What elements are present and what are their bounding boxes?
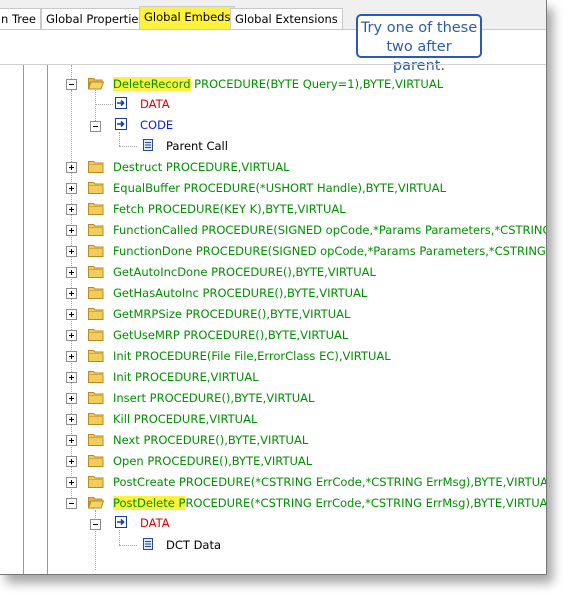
expand-toggle[interactable] bbox=[66, 225, 77, 236]
tree-guide-line bbox=[119, 530, 120, 545]
procedure-item[interactable]: EqualBuffer PROCEDURE(*USHORT Handle),BY… bbox=[113, 181, 446, 196]
folder-icon bbox=[88, 308, 104, 320]
folder-icon bbox=[88, 413, 104, 425]
folder-icon bbox=[88, 203, 104, 215]
code-section[interactable]: CODE bbox=[140, 118, 173, 133]
folder-icon bbox=[88, 476, 104, 488]
procedure-item[interactable]: PostCreate PROCEDURE(*CSTRING ErrCode,*C… bbox=[113, 475, 546, 490]
embed-point-icon bbox=[115, 97, 127, 109]
procedure-postdelete[interactable]: PostDelete PROCEDURE(*CSTRING ErrCode,*C… bbox=[113, 496, 547, 511]
procedure-item[interactable]: GetAutoIncDone PROCEDURE(),BYTE,VIRTUAL bbox=[113, 265, 376, 280]
expand-toggle[interactable] bbox=[66, 183, 77, 194]
procedure-item[interactable]: Next PROCEDURE(),BYTE,VIRTUAL bbox=[113, 433, 308, 448]
procedure-item[interactable]: GetHasAutoInc PROCEDURE(),BYTE,VIRTUAL bbox=[113, 286, 367, 301]
folder-icon bbox=[88, 161, 104, 173]
tab-global-properties[interactable]: Global Properties bbox=[41, 8, 150, 29]
expand-toggle[interactable] bbox=[66, 204, 77, 215]
postdelete-name: PostDelete P bbox=[113, 496, 186, 510]
procedure-item[interactable]: Fetch PROCEDURE(KEY K),BYTE,VIRTUAL bbox=[113, 202, 346, 217]
open-folder-icon bbox=[88, 497, 104, 509]
expand-toggle[interactable] bbox=[66, 330, 77, 341]
tab-global-embeds[interactable]: Global Embeds bbox=[139, 6, 236, 30]
tree-branch-line bbox=[95, 104, 113, 105]
deleterecord-name: DeleteRecord bbox=[113, 77, 191, 91]
procedure-item[interactable]: GetMRPSize PROCEDURE(),BYTE,VIRTUAL bbox=[113, 307, 350, 322]
tab-procedure-tree[interactable]: n Tree bbox=[0, 8, 41, 29]
expand-toggle[interactable] bbox=[66, 435, 77, 446]
document-icon bbox=[143, 139, 153, 151]
folder-icon bbox=[88, 224, 104, 236]
procedure-item[interactable]: Kill PROCEDURE,VIRTUAL bbox=[113, 412, 257, 427]
folder-icon bbox=[88, 455, 104, 467]
folder-icon bbox=[88, 371, 104, 383]
dct-data-item[interactable]: DCT Data bbox=[166, 538, 221, 553]
folder-icon bbox=[88, 182, 104, 194]
expand-toggle[interactable] bbox=[66, 393, 77, 404]
collapse-toggle[interactable] bbox=[90, 519, 101, 530]
folder-icon bbox=[88, 287, 104, 299]
tab-global-extensions[interactable]: Global Extensions bbox=[230, 8, 343, 29]
procedure-item[interactable]: Init PROCEDURE(File File,ErrorClass EC),… bbox=[113, 349, 391, 364]
expand-toggle[interactable] bbox=[66, 372, 77, 383]
embed-point-icon bbox=[115, 118, 127, 130]
embed-point-icon bbox=[115, 516, 127, 528]
folder-icon bbox=[88, 392, 104, 404]
open-folder-icon bbox=[88, 78, 104, 90]
expand-toggle[interactable] bbox=[66, 267, 77, 278]
expand-toggle[interactable] bbox=[66, 309, 77, 320]
postdelete-signature: ROCEDURE(*CSTRING ErrCode,*CSTRING ErrMs… bbox=[185, 496, 547, 510]
folder-icon bbox=[88, 434, 104, 446]
tree-guide-line bbox=[95, 90, 96, 125]
expand-toggle[interactable] bbox=[66, 477, 77, 488]
folder-icon bbox=[88, 329, 104, 341]
tree-guide-line bbox=[47, 65, 48, 574]
parent-call-item[interactable]: Parent Call bbox=[166, 139, 228, 154]
expand-toggle[interactable] bbox=[66, 162, 77, 173]
procedure-deleterecord[interactable]: DeleteRecord PROCEDURE(BYTE Query=1),BYT… bbox=[113, 77, 443, 92]
tree-branch-line bbox=[119, 146, 137, 147]
tree-branch-line bbox=[119, 545, 137, 546]
tree-guide-line bbox=[71, 65, 72, 79]
procedure-item[interactable]: Destruct PROCEDURE,VIRTUAL bbox=[113, 160, 290, 175]
procedure-item[interactable]: Open PROCEDURE(),BYTE,VIRTUAL bbox=[113, 454, 312, 469]
data-section[interactable]: DATA bbox=[140, 97, 170, 112]
document-icon bbox=[143, 538, 153, 550]
procedure-item[interactable]: GetUseMRP PROCEDURE(),BYTE,VIRTUAL bbox=[113, 328, 348, 343]
folder-icon bbox=[88, 266, 104, 278]
procedure-item[interactable]: FunctionDone PROCEDURE(SIGNED opCode,*Pa… bbox=[113, 244, 546, 259]
data-section[interactable]: DATA bbox=[140, 516, 170, 531]
collapse-toggle[interactable] bbox=[66, 79, 77, 90]
expand-toggle[interactable] bbox=[66, 351, 77, 362]
procedure-item[interactable]: Init PROCEDURE,VIRTUAL bbox=[113, 370, 259, 385]
expand-toggle[interactable] bbox=[66, 456, 77, 467]
tree-guide-line bbox=[119, 132, 120, 146]
embed-tree-window: n Tree Global Properties Global Embeds G… bbox=[0, 0, 547, 575]
procedure-item[interactable]: FunctionCalled PROCEDURE(SIGNED opCode,*… bbox=[113, 223, 546, 238]
expand-toggle[interactable] bbox=[66, 414, 77, 425]
collapse-toggle[interactable] bbox=[66, 498, 77, 509]
tree-top-divider bbox=[0, 64, 546, 65]
callout-line-2: two after parent. bbox=[386, 39, 452, 74]
callout-line-1: Try one of these bbox=[360, 20, 478, 36]
deleterecord-signature: PROCEDURE(BYTE Query=1),BYTE,VIRTUAL bbox=[190, 77, 444, 91]
folder-icon bbox=[88, 245, 104, 257]
collapse-toggle[interactable] bbox=[90, 121, 101, 132]
expand-toggle[interactable] bbox=[66, 246, 77, 257]
tree-guide-line bbox=[23, 65, 24, 574]
expand-toggle[interactable] bbox=[66, 288, 77, 299]
annotation-callout: Try one of these two after parent. bbox=[356, 14, 482, 74]
folder-icon bbox=[88, 350, 104, 362]
procedure-item[interactable]: Insert PROCEDURE(),BYTE,VIRTUAL bbox=[113, 391, 314, 406]
